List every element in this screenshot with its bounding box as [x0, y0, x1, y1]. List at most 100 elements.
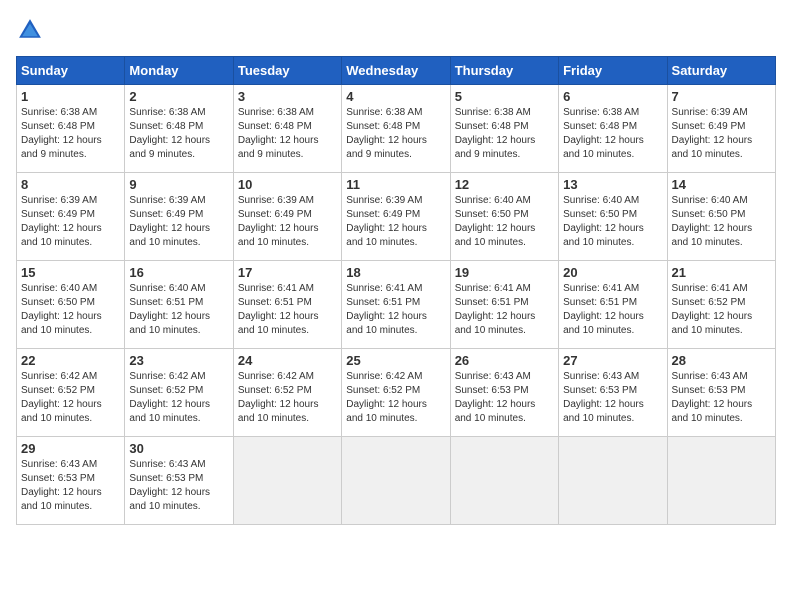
cell-info: Sunrise: 6:38 AMSunset: 6:48 PMDaylight:…: [21, 107, 102, 160]
day-number: 6: [563, 89, 662, 104]
calendar-cell: 30 Sunrise: 6:43 AMSunset: 6:53 PMDaylig…: [125, 437, 233, 525]
day-number: 5: [455, 89, 554, 104]
calendar-table: SundayMondayTuesdayWednesdayThursdayFrid…: [16, 56, 776, 525]
header-cell-saturday: Saturday: [667, 57, 775, 85]
cell-info: Sunrise: 6:39 AMSunset: 6:49 PMDaylight:…: [129, 195, 210, 248]
calendar-cell: 27 Sunrise: 6:43 AMSunset: 6:53 PMDaylig…: [559, 349, 667, 437]
calendar-cell: 1 Sunrise: 6:38 AMSunset: 6:48 PMDayligh…: [17, 85, 125, 173]
day-number: 9: [129, 177, 228, 192]
cell-info: Sunrise: 6:43 AMSunset: 6:53 PMDaylight:…: [455, 371, 536, 424]
header-row: SundayMondayTuesdayWednesdayThursdayFrid…: [17, 57, 776, 85]
week-row-4: 22 Sunrise: 6:42 AMSunset: 6:52 PMDaylig…: [17, 349, 776, 437]
calendar-cell: 10 Sunrise: 6:39 AMSunset: 6:49 PMDaylig…: [233, 173, 341, 261]
day-number: 15: [21, 265, 120, 280]
calendar-cell: 8 Sunrise: 6:39 AMSunset: 6:49 PMDayligh…: [17, 173, 125, 261]
day-number: 23: [129, 353, 228, 368]
day-number: 29: [21, 441, 120, 456]
calendar-cell: 28 Sunrise: 6:43 AMSunset: 6:53 PMDaylig…: [667, 349, 775, 437]
day-number: 3: [238, 89, 337, 104]
day-number: 2: [129, 89, 228, 104]
calendar-cell: 22 Sunrise: 6:42 AMSunset: 6:52 PMDaylig…: [17, 349, 125, 437]
day-number: 21: [672, 265, 771, 280]
calendar-cell: 24 Sunrise: 6:42 AMSunset: 6:52 PMDaylig…: [233, 349, 341, 437]
header: [16, 16, 776, 44]
calendar-cell: 6 Sunrise: 6:38 AMSunset: 6:48 PMDayligh…: [559, 85, 667, 173]
week-row-2: 8 Sunrise: 6:39 AMSunset: 6:49 PMDayligh…: [17, 173, 776, 261]
day-number: 26: [455, 353, 554, 368]
day-number: 22: [21, 353, 120, 368]
day-number: 17: [238, 265, 337, 280]
cell-info: Sunrise: 6:41 AMSunset: 6:51 PMDaylight:…: [563, 283, 644, 336]
cell-info: Sunrise: 6:41 AMSunset: 6:51 PMDaylight:…: [238, 283, 319, 336]
calendar-cell: 14 Sunrise: 6:40 AMSunset: 6:50 PMDaylig…: [667, 173, 775, 261]
calendar-cell: 5 Sunrise: 6:38 AMSunset: 6:48 PMDayligh…: [450, 85, 558, 173]
cell-info: Sunrise: 6:43 AMSunset: 6:53 PMDaylight:…: [21, 459, 102, 512]
header-cell-friday: Friday: [559, 57, 667, 85]
day-number: 16: [129, 265, 228, 280]
calendar-cell: 21 Sunrise: 6:41 AMSunset: 6:52 PMDaylig…: [667, 261, 775, 349]
cell-info: Sunrise: 6:38 AMSunset: 6:48 PMDaylight:…: [346, 107, 427, 160]
day-number: 14: [672, 177, 771, 192]
calendar-cell: 13 Sunrise: 6:40 AMSunset: 6:50 PMDaylig…: [559, 173, 667, 261]
cell-info: Sunrise: 6:39 AMSunset: 6:49 PMDaylight:…: [346, 195, 427, 248]
day-number: 12: [455, 177, 554, 192]
calendar-cell: [450, 437, 558, 525]
day-number: 18: [346, 265, 445, 280]
cell-info: Sunrise: 6:43 AMSunset: 6:53 PMDaylight:…: [129, 459, 210, 512]
calendar-cell: 20 Sunrise: 6:41 AMSunset: 6:51 PMDaylig…: [559, 261, 667, 349]
cell-info: Sunrise: 6:41 AMSunset: 6:51 PMDaylight:…: [346, 283, 427, 336]
calendar-cell: 25 Sunrise: 6:42 AMSunset: 6:52 PMDaylig…: [342, 349, 450, 437]
cell-info: Sunrise: 6:38 AMSunset: 6:48 PMDaylight:…: [455, 107, 536, 160]
calendar-cell: [233, 437, 341, 525]
day-number: 24: [238, 353, 337, 368]
header-cell-monday: Monday: [125, 57, 233, 85]
day-number: 27: [563, 353, 662, 368]
header-cell-wednesday: Wednesday: [342, 57, 450, 85]
calendar-cell: 4 Sunrise: 6:38 AMSunset: 6:48 PMDayligh…: [342, 85, 450, 173]
calendar-cell: [559, 437, 667, 525]
week-row-3: 15 Sunrise: 6:40 AMSunset: 6:50 PMDaylig…: [17, 261, 776, 349]
calendar-cell: 11 Sunrise: 6:39 AMSunset: 6:49 PMDaylig…: [342, 173, 450, 261]
cell-info: Sunrise: 6:41 AMSunset: 6:51 PMDaylight:…: [455, 283, 536, 336]
logo-icon: [16, 16, 44, 44]
cell-info: Sunrise: 6:41 AMSunset: 6:52 PMDaylight:…: [672, 283, 753, 336]
cell-info: Sunrise: 6:43 AMSunset: 6:53 PMDaylight:…: [563, 371, 644, 424]
calendar-cell: 17 Sunrise: 6:41 AMSunset: 6:51 PMDaylig…: [233, 261, 341, 349]
calendar-cell: 2 Sunrise: 6:38 AMSunset: 6:48 PMDayligh…: [125, 85, 233, 173]
day-number: 13: [563, 177, 662, 192]
day-number: 25: [346, 353, 445, 368]
calendar-cell: 12 Sunrise: 6:40 AMSunset: 6:50 PMDaylig…: [450, 173, 558, 261]
logo: [16, 16, 48, 44]
calendar-cell: 26 Sunrise: 6:43 AMSunset: 6:53 PMDaylig…: [450, 349, 558, 437]
calendar-cell: 7 Sunrise: 6:39 AMSunset: 6:49 PMDayligh…: [667, 85, 775, 173]
calendar-cell: 3 Sunrise: 6:38 AMSunset: 6:48 PMDayligh…: [233, 85, 341, 173]
cell-info: Sunrise: 6:42 AMSunset: 6:52 PMDaylight:…: [238, 371, 319, 424]
cell-info: Sunrise: 6:40 AMSunset: 6:51 PMDaylight:…: [129, 283, 210, 336]
cell-info: Sunrise: 6:43 AMSunset: 6:53 PMDaylight:…: [672, 371, 753, 424]
calendar-cell: [667, 437, 775, 525]
cell-info: Sunrise: 6:39 AMSunset: 6:49 PMDaylight:…: [21, 195, 102, 248]
cell-info: Sunrise: 6:39 AMSunset: 6:49 PMDaylight:…: [672, 107, 753, 160]
calendar-cell: 29 Sunrise: 6:43 AMSunset: 6:53 PMDaylig…: [17, 437, 125, 525]
calendar-cell: 23 Sunrise: 6:42 AMSunset: 6:52 PMDaylig…: [125, 349, 233, 437]
cell-info: Sunrise: 6:42 AMSunset: 6:52 PMDaylight:…: [21, 371, 102, 424]
day-number: 30: [129, 441, 228, 456]
cell-info: Sunrise: 6:40 AMSunset: 6:50 PMDaylight:…: [21, 283, 102, 336]
cell-info: Sunrise: 6:39 AMSunset: 6:49 PMDaylight:…: [238, 195, 319, 248]
header-cell-thursday: Thursday: [450, 57, 558, 85]
calendar-cell: 16 Sunrise: 6:40 AMSunset: 6:51 PMDaylig…: [125, 261, 233, 349]
day-number: 19: [455, 265, 554, 280]
day-number: 11: [346, 177, 445, 192]
week-row-5: 29 Sunrise: 6:43 AMSunset: 6:53 PMDaylig…: [17, 437, 776, 525]
cell-info: Sunrise: 6:42 AMSunset: 6:52 PMDaylight:…: [346, 371, 427, 424]
calendar-cell: 9 Sunrise: 6:39 AMSunset: 6:49 PMDayligh…: [125, 173, 233, 261]
day-number: 1: [21, 89, 120, 104]
calendar-cell: 18 Sunrise: 6:41 AMSunset: 6:51 PMDaylig…: [342, 261, 450, 349]
header-cell-sunday: Sunday: [17, 57, 125, 85]
cell-info: Sunrise: 6:40 AMSunset: 6:50 PMDaylight:…: [672, 195, 753, 248]
day-number: 10: [238, 177, 337, 192]
cell-info: Sunrise: 6:38 AMSunset: 6:48 PMDaylight:…: [129, 107, 210, 160]
day-number: 28: [672, 353, 771, 368]
day-number: 20: [563, 265, 662, 280]
day-number: 7: [672, 89, 771, 104]
